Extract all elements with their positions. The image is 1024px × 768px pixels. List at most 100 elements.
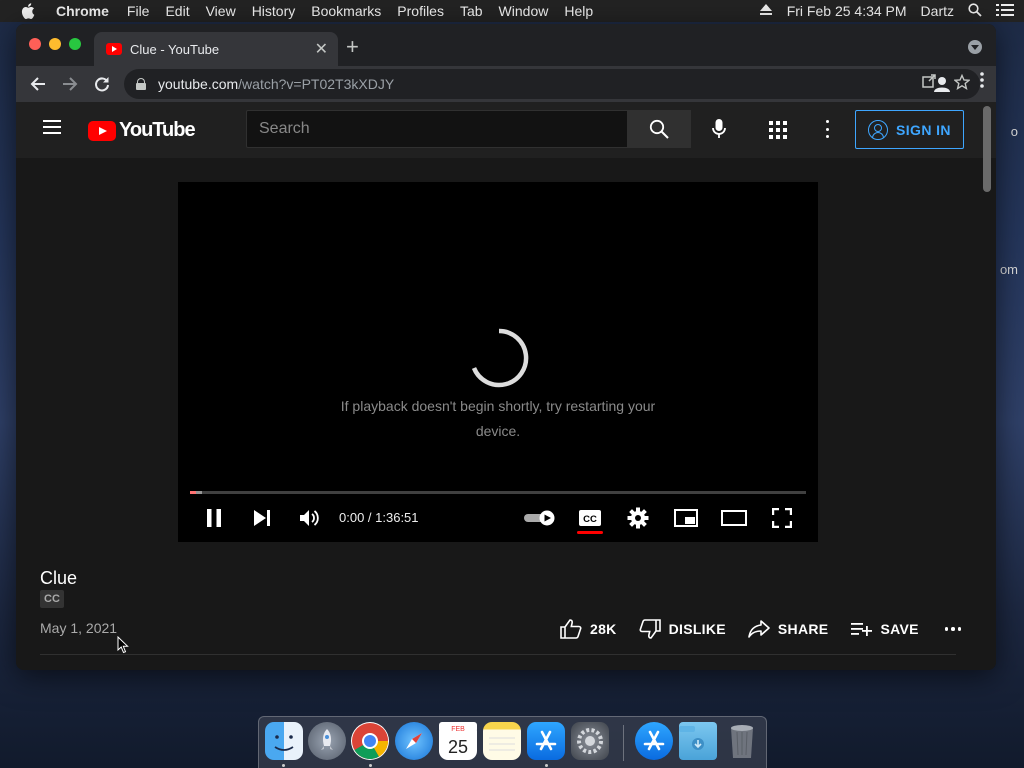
url-host: youtube.com: [158, 76, 239, 92]
forward-button[interactable]: [54, 68, 86, 100]
chrome-icon[interactable]: [351, 722, 389, 760]
app-store-downloads-icon[interactable]: [635, 722, 673, 760]
minimize-window-button[interactable]: [49, 38, 61, 50]
volume-icon: [300, 510, 319, 526]
dock-separator: [623, 725, 624, 761]
back-button[interactable]: [22, 68, 54, 100]
spotlight-search-icon[interactable]: [968, 2, 982, 20]
menu-history[interactable]: History: [252, 3, 296, 19]
browser-toolbar: youtube.com/watch?v=PT02T3kXDJY: [16, 66, 996, 102]
sign-in-label: SIGN IN: [896, 121, 951, 138]
address-bar[interactable]: youtube.com/watch?v=PT02T3kXDJY: [124, 69, 980, 99]
hamburger-menu-icon[interactable]: [43, 120, 61, 134]
pause-icon: [207, 509, 221, 527]
trash-icon[interactable]: [723, 722, 761, 760]
youtube-wordmark: YouTube: [119, 119, 196, 141]
chrome-menu-icon[interactable]: [980, 72, 984, 93]
menu-tab[interactable]: Tab: [460, 3, 483, 19]
system-preferences-icon[interactable]: [571, 722, 609, 760]
safari-icon[interactable]: [395, 722, 433, 760]
dislike-label: DISLIKE: [668, 621, 726, 637]
profile-button[interactable]: [930, 72, 954, 96]
account-circle-icon: [868, 119, 888, 140]
url-path: /watch?v=PT02T3kXDJY: [238, 76, 395, 92]
voice-search-button[interactable]: [706, 116, 732, 142]
menubar-user[interactable]: Dartz: [921, 3, 954, 19]
miniplayer-button[interactable]: [671, 504, 701, 532]
save-label: SAVE: [880, 621, 919, 637]
zoom-window-button[interactable]: [69, 38, 81, 50]
fullscreen-button[interactable]: [767, 504, 797, 532]
sign-in-button[interactable]: SIGN IN: [855, 110, 964, 149]
notification-center-icon[interactable]: [996, 3, 1014, 20]
youtube-logo[interactable]: YouTube: [88, 119, 196, 142]
calendar-month: FEB: [451, 726, 465, 733]
video-player[interactable]: If playback doesn't begin shortly, try r…: [178, 182, 818, 542]
search-input[interactable]: Search: [246, 110, 628, 148]
menu-view[interactable]: View: [206, 3, 236, 19]
browser-tab[interactable]: Clue - YouTube ✕: [94, 32, 338, 66]
microphone-icon: [712, 119, 726, 138]
next-video-button[interactable]: [247, 504, 277, 532]
chrome-window: Clue - YouTube ✕ + youtube.com/watch?v=P…: [16, 24, 996, 670]
theater-mode-button[interactable]: [719, 504, 749, 532]
search-button[interactable]: [627, 110, 691, 148]
playback-message: If playback doesn't begin shortly, try r…: [340, 398, 656, 439]
menu-edit[interactable]: Edit: [165, 3, 189, 19]
menu-file[interactable]: File: [127, 3, 150, 19]
youtube-page: YouTube Search SIGN IN If playback doesn…: [16, 102, 996, 670]
fullscreen-icon: [772, 508, 792, 528]
new-tab-button[interactable]: +: [346, 34, 359, 60]
lock-icon[interactable]: [136, 78, 146, 90]
dislike-button[interactable]: DISLIKE: [639, 619, 726, 639]
menu-bookmarks[interactable]: Bookmarks: [311, 3, 381, 19]
theater-mode-icon: [721, 510, 747, 526]
launchpad-icon[interactable]: [308, 722, 346, 760]
svg-text:CC: CC: [583, 514, 597, 525]
tab-title: Clue - YouTube: [130, 41, 220, 57]
menubar-clock[interactable]: Fri Feb 25 4:34 PM: [787, 3, 907, 19]
autoplay-toggle[interactable]: [522, 504, 558, 532]
background-window-text: om: [999, 262, 1018, 277]
pause-button[interactable]: [199, 504, 229, 532]
close-window-button[interactable]: [29, 38, 41, 50]
youtube-apps-icon[interactable]: [769, 121, 787, 139]
more-actions-icon[interactable]: [944, 627, 962, 631]
menu-profiles[interactable]: Profiles: [397, 3, 444, 19]
notes-icon[interactable]: [483, 722, 521, 760]
share-button[interactable]: SHARE: [748, 620, 829, 638]
apple-menu-icon[interactable]: [0, 3, 56, 19]
tab-close-icon[interactable]: ✕: [315, 39, 328, 59]
subtitles-button[interactable]: CC: [575, 504, 605, 532]
eject-icon[interactable]: [759, 3, 773, 19]
window-controls: [29, 38, 81, 50]
menu-window[interactable]: Window: [499, 3, 549, 19]
background-window-text: o: [1010, 124, 1018, 139]
closed-captions-icon: CC: [579, 510, 601, 526]
mute-button[interactable]: [294, 504, 324, 532]
save-button[interactable]: SAVE: [850, 621, 918, 637]
bookmark-star-icon[interactable]: [953, 73, 971, 94]
reload-button[interactable]: [86, 68, 118, 100]
time-readout: 0:00 / 1:36:51: [339, 510, 419, 525]
tab-search-icon[interactable]: [968, 40, 982, 54]
reload-icon: [95, 77, 109, 92]
menu-help[interactable]: Help: [564, 3, 593, 19]
menu-app-name[interactable]: Chrome: [56, 3, 109, 19]
app-store-icon[interactable]: [527, 722, 565, 760]
finder-icon[interactable]: [265, 722, 303, 760]
section-divider: [40, 654, 956, 655]
video-title: Clue: [40, 568, 78, 588]
settings-more-icon[interactable]: [825, 120, 829, 138]
downloads-folder-icon[interactable]: [679, 722, 717, 760]
forward-arrow-icon: [63, 77, 78, 91]
share-arrow-icon: [748, 620, 770, 638]
like-count: 28K: [590, 621, 617, 637]
like-button[interactable]: 28K: [560, 619, 617, 639]
settings-button[interactable]: [623, 504, 653, 532]
page-scrollbar[interactable]: [983, 106, 991, 192]
progress-bar[interactable]: [190, 491, 806, 494]
miniplayer-icon: [674, 509, 698, 527]
back-arrow-icon: [30, 77, 45, 91]
calendar-icon[interactable]: FEB 25: [439, 722, 477, 760]
